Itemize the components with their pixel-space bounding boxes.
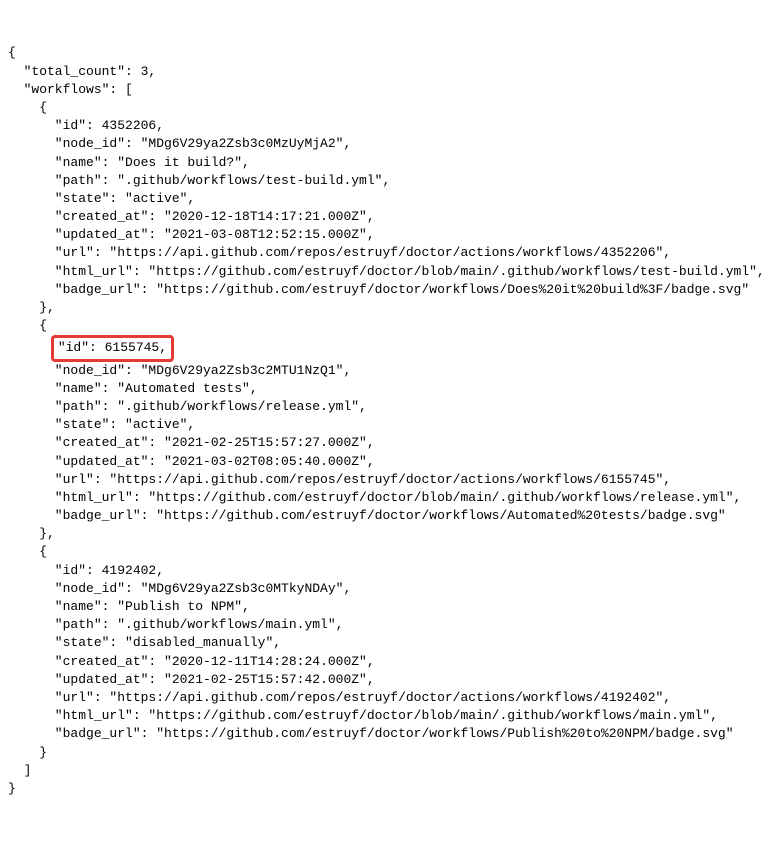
json-line: "state": "active", <box>8 417 195 432</box>
json-line: "html_url": "https://github.com/estruyf/… <box>8 264 765 279</box>
json-line: "workflows": [ <box>8 82 133 97</box>
json-line: }, <box>8 526 55 541</box>
json-line: ] <box>8 763 31 778</box>
json-line: "created_at": "2020-12-11T14:28:24.000Z"… <box>8 654 375 669</box>
json-line: "url": "https://api.github.com/repos/est… <box>8 690 671 705</box>
json-line: } <box>8 745 47 760</box>
json-line: "html_url": "https://github.com/estruyf/… <box>8 708 718 723</box>
json-line: "created_at": "2021-02-25T15:57:27.000Z"… <box>8 435 375 450</box>
json-line: "name": "Publish to NPM", <box>8 599 250 614</box>
json-line: "badge_url": "https://github.com/estruyf… <box>8 726 734 741</box>
json-line: "updated_at": "2021-03-02T08:05:40.000Z"… <box>8 454 375 469</box>
json-line: "id": 4192402, <box>8 563 164 578</box>
json-line: { <box>8 45 16 60</box>
json-line: "name": "Automated tests", <box>8 381 258 396</box>
json-line: { <box>8 100 47 115</box>
json-line: "node_id": "MDg6V29ya2Zsb3c0MTkyNDAy", <box>8 581 351 596</box>
json-line: "url": "https://api.github.com/repos/est… <box>8 245 671 260</box>
json-line: "state": "active", <box>8 191 195 206</box>
json-line: "badge_url": "https://github.com/estruyf… <box>8 508 726 523</box>
json-line: "node_id": "MDg6V29ya2Zsb3c0MzUyMjA2", <box>8 136 351 151</box>
json-line: "badge_url": "https://github.com/estruyf… <box>8 282 749 297</box>
json-line: } <box>8 781 16 796</box>
json-line: "path": ".github/workflows/test-build.ym… <box>8 173 390 188</box>
json-line: "path": ".github/workflows/main.yml", <box>8 617 343 632</box>
json-output: { "total_count": 3, "workflows": [ { "id… <box>8 44 763 798</box>
json-line: "id": 4352206, <box>8 118 164 133</box>
json-line: "node_id": "MDg6V29ya2Zsb3c2MTU1NzQ1", <box>8 363 351 378</box>
json-line: "created_at": "2020-12-18T14:17:21.000Z"… <box>8 209 375 224</box>
json-line: }, <box>8 300 55 315</box>
json-line: "name": "Does it build?", <box>8 155 250 170</box>
json-line: { <box>8 318 47 333</box>
highlighted-id-value: "id": 6155745, <box>51 335 174 361</box>
json-line: "updated_at": "2021-02-25T15:57:42.000Z"… <box>8 672 375 687</box>
json-line: "total_count": 3, <box>8 64 156 79</box>
json-line: "updated_at": "2021-03-08T12:52:15.000Z"… <box>8 227 375 242</box>
indent <box>8 340 55 355</box>
json-line: "path": ".github/workflows/release.yml", <box>8 399 367 414</box>
json-line: "url": "https://api.github.com/repos/est… <box>8 472 671 487</box>
json-line: "html_url": "https://github.com/estruyf/… <box>8 490 741 505</box>
json-line-highlighted: "id": 6155745, <box>8 340 174 355</box>
json-line: "state": "disabled_manually", <box>8 635 281 650</box>
json-line: { <box>8 544 47 559</box>
